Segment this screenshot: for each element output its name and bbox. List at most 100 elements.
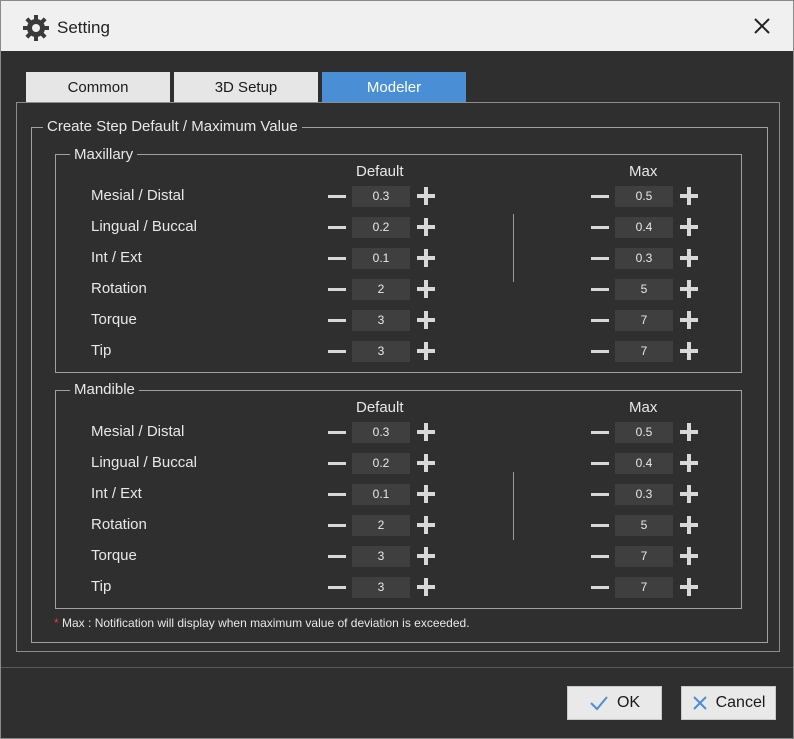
default-value-field[interactable]: 3	[352, 546, 410, 567]
max-value-field[interactable]: 0.3	[615, 484, 673, 505]
default-value-field[interactable]: 3	[352, 310, 410, 331]
default-increment-button[interactable]	[417, 485, 435, 503]
max-value-field[interactable]: 0.4	[615, 453, 673, 474]
max-decrement-button[interactable]	[591, 319, 609, 322]
default-decrement-button[interactable]	[328, 493, 346, 496]
max-value-field[interactable]: 7	[615, 577, 673, 598]
max-value-field[interactable]: 0.4	[615, 217, 673, 238]
default-increment-button[interactable]	[417, 423, 435, 441]
row-label-int-ext: Int / Ext	[91, 249, 142, 266]
default-increment-button[interactable]	[417, 516, 435, 534]
section-title: Create Step Default / Maximum Value	[43, 118, 302, 135]
row-label-mesial-distal: Mesial / Distal	[91, 423, 185, 440]
max-value-field[interactable]: 7	[615, 341, 673, 362]
max-increment-button[interactable]	[680, 218, 698, 236]
tab-label: 3D Setup	[214, 79, 278, 96]
default-decrement-button[interactable]	[328, 350, 346, 353]
default-increment-button[interactable]	[417, 342, 435, 360]
default-value-field[interactable]: 0.3	[352, 186, 410, 207]
default-value-field[interactable]: 0.1	[352, 248, 410, 269]
default-value-field[interactable]: 2	[352, 279, 410, 300]
tab-modeler[interactable]: Modeler	[322, 72, 466, 103]
default-increment-button[interactable]	[417, 454, 435, 472]
default-value-field[interactable]: 2	[352, 515, 410, 536]
max-value-field[interactable]: 5	[615, 279, 673, 300]
cancel-button[interactable]: Cancel	[681, 686, 776, 720]
default-value-field[interactable]: 3	[352, 341, 410, 362]
row-label-mesial-distal: Mesial / Distal	[91, 187, 185, 204]
default-decrement-button[interactable]	[328, 319, 346, 322]
default-increment-button[interactable]	[417, 249, 435, 267]
max-increment-button[interactable]	[680, 454, 698, 472]
row-label-lingual-buccal: Lingual / Buccal	[91, 218, 197, 235]
default-increment-button[interactable]	[417, 578, 435, 596]
max-increment-button[interactable]	[680, 342, 698, 360]
close-icon	[754, 18, 770, 34]
tab-common[interactable]: Common	[26, 72, 170, 103]
note-text: Max : Notification will display when max…	[62, 616, 470, 630]
max-increment-button[interactable]	[680, 578, 698, 596]
column-divider	[513, 214, 514, 282]
default-decrement-button[interactable]	[328, 431, 346, 434]
max-decrement-button[interactable]	[591, 350, 609, 353]
max-value-field[interactable]: 0.5	[615, 186, 673, 207]
default-increment-button[interactable]	[417, 547, 435, 565]
max-increment-button[interactable]	[680, 547, 698, 565]
max-decrement-button[interactable]	[591, 431, 609, 434]
row-label-torque: Torque	[91, 311, 137, 328]
default-decrement-button[interactable]	[328, 462, 346, 465]
max-increment-button[interactable]	[680, 485, 698, 503]
max-decrement-button[interactable]	[591, 226, 609, 229]
default-value-field[interactable]: 0.2	[352, 453, 410, 474]
default-decrement-button[interactable]	[328, 257, 346, 260]
ok-button[interactable]: OK	[567, 686, 662, 720]
row-label-int-ext: Int / Ext	[91, 485, 142, 502]
max-value-field[interactable]: 7	[615, 546, 673, 567]
max-value-field[interactable]: 0.5	[615, 422, 673, 443]
max-decrement-button[interactable]	[591, 462, 609, 465]
max-increment-button[interactable]	[680, 311, 698, 329]
default-increment-button[interactable]	[417, 311, 435, 329]
default-value-field[interactable]: 0.1	[352, 484, 410, 505]
max-decrement-button[interactable]	[591, 257, 609, 260]
max-increment-button[interactable]	[680, 249, 698, 267]
default-decrement-button[interactable]	[328, 524, 346, 527]
max-value-field[interactable]: 0.3	[615, 248, 673, 269]
default-increment-button[interactable]	[417, 280, 435, 298]
max-decrement-button[interactable]	[591, 288, 609, 291]
cancel-label: Cancel	[715, 694, 766, 711]
default-value-field[interactable]: 0.2	[352, 217, 410, 238]
tab-3d-setup[interactable]: 3D Setup	[174, 72, 318, 103]
column-divider	[513, 472, 514, 540]
max-increment-button[interactable]	[680, 280, 698, 298]
default-decrement-button[interactable]	[328, 226, 346, 229]
ok-label: OK	[616, 694, 641, 711]
max-decrement-button[interactable]	[591, 555, 609, 558]
default-decrement-button[interactable]	[328, 586, 346, 589]
row-label-lingual-buccal: Lingual / Buccal	[91, 454, 197, 471]
default-increment-button[interactable]	[417, 187, 435, 205]
max-increment-button[interactable]	[680, 516, 698, 534]
close-button[interactable]	[747, 11, 777, 41]
max-increment-button[interactable]	[680, 423, 698, 441]
default-increment-button[interactable]	[417, 218, 435, 236]
window-title: Setting	[57, 18, 110, 37]
max-decrement-button[interactable]	[591, 195, 609, 198]
row-label-rotation: Rotation	[91, 280, 147, 297]
row-label-tip: Tip	[91, 342, 112, 359]
max-decrement-button[interactable]	[591, 586, 609, 589]
default-decrement-button[interactable]	[328, 288, 346, 291]
footer-divider	[1, 667, 793, 668]
max-increment-button[interactable]	[680, 187, 698, 205]
title-bar: Setting	[1, 1, 793, 51]
max-decrement-button[interactable]	[591, 524, 609, 527]
max-value-field[interactable]: 7	[615, 310, 673, 331]
default-decrement-button[interactable]	[328, 555, 346, 558]
required-marker: *	[54, 616, 59, 630]
tab-label: Modeler	[366, 79, 422, 96]
default-decrement-button[interactable]	[328, 195, 346, 198]
max-decrement-button[interactable]	[591, 493, 609, 496]
default-value-field[interactable]: 0.3	[352, 422, 410, 443]
default-value-field[interactable]: 3	[352, 577, 410, 598]
max-value-field[interactable]: 5	[615, 515, 673, 536]
